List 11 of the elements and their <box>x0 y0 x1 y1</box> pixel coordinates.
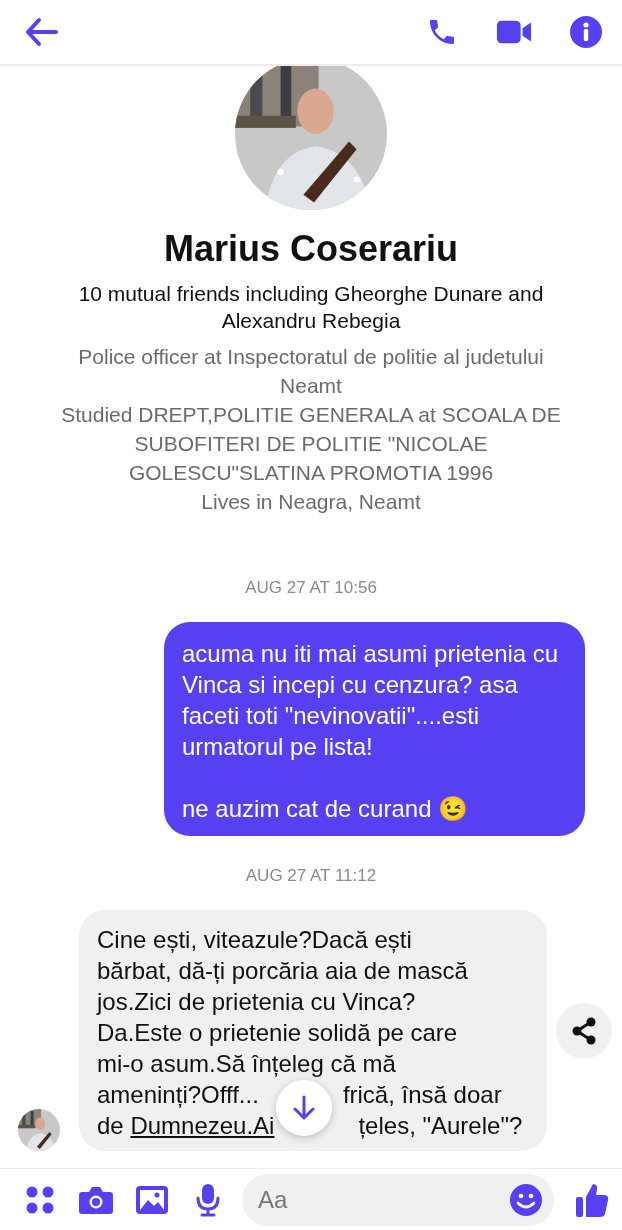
message-timestamp: AUG 27 AT 10:56 <box>244 578 378 598</box>
mutual-friends-text: 10 mutual friends including Gheorghe Dunare and Alexandru Rebegia <box>77 281 545 334</box>
message-input-field[interactable]: Aa <box>242 1173 554 1226</box>
profile-detail: Police officer at Inspectoratul de politie al judetului Neamt <box>77 344 545 399</box>
profile-detail: Studied DREPT,POLITIE GENERALA at SCOALA DE SUBOFITERI DE POLITIE "NICOLAE GOLESCU"SLATINA PROMOTIA 1996 <box>60 402 562 486</box>
profile-detail: Lives in Neagra, Neamt <box>200 489 422 515</box>
sent-message: acuma nu iti mai asumi prietenia cu Vinca si incepi cu cenzura? asa faceti toti "nevinovatii"....esti urmatorul pe lista! ne auzim cat de curand 😉 <box>164 622 585 836</box>
message-link[interactable]: Dumnezeu.Ai <box>130 1112 275 1139</box>
contact-name: Marius Coserariu <box>163 228 459 270</box>
message-timestamp: AUG 27 AT 11:12 <box>244 866 378 886</box>
received-message: Cine ești, viteazule?Dacă ești bărbat, dă-ți porcăria aia de mască jos.Zici de prietenia cu Vinca? Da.Este o prietenie solidă pe care mi-o asum.Să înțeleg că mă ameninți?Offf... frică, însă doar de Dumnezeu.Ai țeles, "Aurele"? <box>79 910 547 1151</box>
